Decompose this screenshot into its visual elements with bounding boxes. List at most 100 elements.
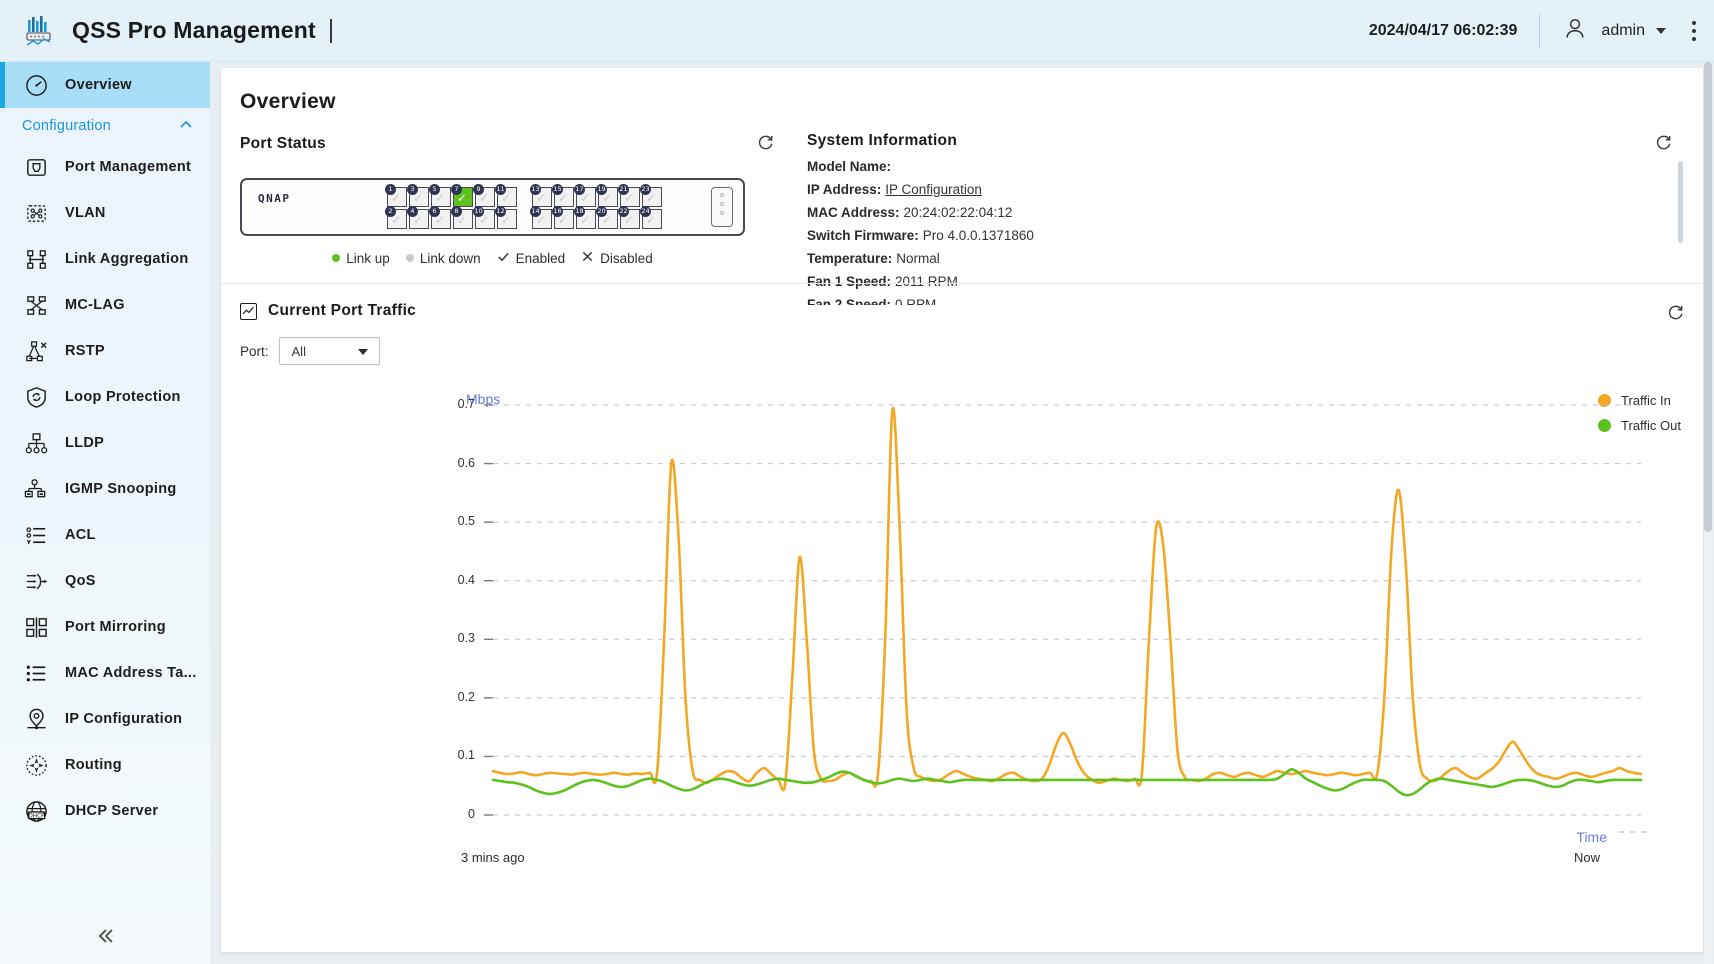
port-12[interactable]: 12✓ [497, 209, 517, 229]
dhcp-globe-icon: DHCP [22, 797, 50, 825]
sidebar-item-vlan[interactable]: VLAN [0, 190, 210, 236]
port-col: 21✓22✓ [620, 187, 640, 229]
sidebar-item-label: IP Configuration [65, 711, 182, 727]
row-value: Normal [896, 251, 940, 266]
refresh-icon[interactable] [756, 132, 775, 156]
port-status-header: Port Status [240, 132, 785, 156]
legend-disabled: Disabled [581, 250, 653, 266]
row-label: IP Address: [807, 182, 881, 197]
chart-y-tick-label: 0.2 [445, 690, 475, 704]
chevron-up-icon [178, 117, 194, 136]
kebab-menu-icon[interactable] [1692, 21, 1696, 41]
sidebar-item-mc-lag[interactable]: MC-LAG [0, 282, 210, 328]
port-21[interactable]: 21✓ [620, 187, 640, 207]
sidebar-item-loop-protection[interactable]: Loop Protection [0, 374, 210, 420]
port-19[interactable]: 19✓ [598, 187, 618, 207]
port-1[interactable]: 1✓ [387, 187, 407, 207]
app-root: QSS Pro Management 2024/04/17 06:02:39 a… [0, 0, 1714, 964]
port-filter-row: Port: All [221, 320, 1703, 365]
port-13[interactable]: 13✓ [532, 187, 552, 207]
chevron-down-icon [358, 349, 368, 355]
sidebar-item-dhcp-server[interactable]: DHCP DHCP Server [0, 788, 210, 834]
sidebar-item-link-aggregation[interactable]: Link Aggregation [0, 236, 210, 282]
rstp-tree-icon [22, 337, 50, 365]
row-label: Temperature: [807, 251, 892, 266]
sidebar-item-port-management[interactable]: Port Management [0, 144, 210, 190]
port-18[interactable]: 18✓ [576, 209, 596, 229]
qos-arrows-icon [22, 567, 50, 595]
port-7[interactable]: 7✓ [453, 187, 473, 207]
series-traffic-out [493, 769, 1641, 795]
refresh-icon[interactable] [1654, 132, 1673, 156]
sidebar-group-configuration[interactable]: Configuration [0, 108, 210, 144]
port-filter-value: All [292, 344, 306, 359]
port-9[interactable]: 9✓ [475, 187, 495, 207]
sidebar-item-label: Port Management [65, 159, 191, 175]
port-20[interactable]: 20✓ [598, 209, 618, 229]
port-17[interactable]: 17✓ [576, 187, 596, 207]
port-22[interactable]: 22✓ [620, 209, 640, 229]
port-5[interactable]: 5✓ [431, 187, 451, 207]
switch-chart-logo-icon [22, 14, 56, 48]
sidebar-item-label: Overview [65, 77, 132, 93]
port-24[interactable]: 24✓ [642, 209, 662, 229]
sidebar-item-qos[interactable]: QoS [0, 558, 210, 604]
sidebar-item-label: Port Mirroring [65, 619, 166, 635]
main-content: Overview Port Status QNAP [210, 62, 1714, 964]
port-11[interactable]: 11✓ [497, 187, 517, 207]
device-brand-label: QNAP [258, 192, 291, 205]
port-2[interactable]: 2✓ [387, 209, 407, 229]
main-scrollbar[interactable] [1704, 62, 1712, 964]
check-icon [497, 250, 510, 266]
legend-link-up: Link up [332, 251, 390, 266]
sidebar-item-igmp-snooping[interactable]: IGMP Snooping [0, 466, 210, 512]
port-16[interactable]: 16✓ [554, 209, 574, 229]
sidebar-item-label: MAC Address Ta... [65, 665, 197, 681]
sidebar-item-label: Routing [65, 757, 122, 773]
legend-link-down: Link down [406, 251, 481, 266]
refresh-icon[interactable] [1666, 302, 1685, 326]
sidebar-item-lldp[interactable]: LLDP [0, 420, 210, 466]
row-value: 20:24:02:22:04:12 [904, 205, 1013, 220]
sys-row-switch-firmware: Switch Firmware:Pro 4.0.0.1371860 [807, 224, 1687, 247]
port-filter-label: Port: [240, 344, 269, 359]
sidebar-item-acl[interactable]: ACL [0, 512, 210, 558]
top-bar-right: 2024/04/17 06:02:39 admin [1369, 14, 1714, 48]
port-6[interactable]: 6✓ [431, 209, 451, 229]
port-col: 1✓2✓ [387, 187, 407, 229]
sidebar-item-label: RSTP [65, 343, 105, 359]
sidebar-item-overview[interactable]: Overview [0, 62, 210, 108]
traffic-chart-icon [240, 303, 257, 320]
series-traffic-in [493, 408, 1641, 790]
sys-row-mac-address: MAC Address:20:24:02:22:04:12 [807, 201, 1687, 224]
port-14[interactable]: 14✓ [532, 209, 552, 229]
sidebar: Overview Configuration Port Management [0, 62, 210, 964]
ip-configuration-link[interactable]: IP Configuration [885, 182, 982, 197]
system-information-scrollbar[interactable] [1678, 161, 1683, 301]
row-value: Pro 4.0.0.1371860 [923, 228, 1034, 243]
sidebar-item-label: Link Aggregation [65, 251, 188, 267]
chart-y-tick-label: 0.4 [445, 573, 475, 587]
sidebar-item-label: DHCP Server [65, 803, 158, 819]
port-4[interactable]: 4✓ [409, 209, 429, 229]
overview-card: Overview Port Status QNAP [221, 68, 1703, 952]
link-down-dot-icon [406, 254, 414, 262]
mac-table-list-icon [22, 659, 50, 687]
port-3[interactable]: 3✓ [409, 187, 429, 207]
sys-row-model-name: Model Name: [807, 155, 1687, 178]
port-10[interactable]: 10✓ [475, 209, 495, 229]
collapse-sidebar-icon[interactable] [0, 926, 210, 946]
port-mirroring-icon [22, 613, 50, 641]
port-filter-select[interactable]: All [279, 337, 380, 365]
port-15[interactable]: 15✓ [554, 187, 574, 207]
sidebar-item-mac-address-table[interactable]: MAC Address Ta... [0, 650, 210, 696]
sidebar-item-port-mirroring[interactable]: Port Mirroring [0, 604, 210, 650]
sidebar-item-rstp[interactable]: RSTP [0, 328, 210, 374]
port-8[interactable]: 8✓ [453, 209, 473, 229]
sidebar-item-ip-configuration[interactable]: IP Configuration [0, 696, 210, 742]
user-menu[interactable]: admin [1562, 15, 1666, 46]
user-name-label: admin [1601, 22, 1645, 40]
port-23[interactable]: 23✓ [642, 187, 662, 207]
sidebar-item-routing[interactable]: Routing [0, 742, 210, 788]
legend-label: Link down [420, 251, 481, 266]
